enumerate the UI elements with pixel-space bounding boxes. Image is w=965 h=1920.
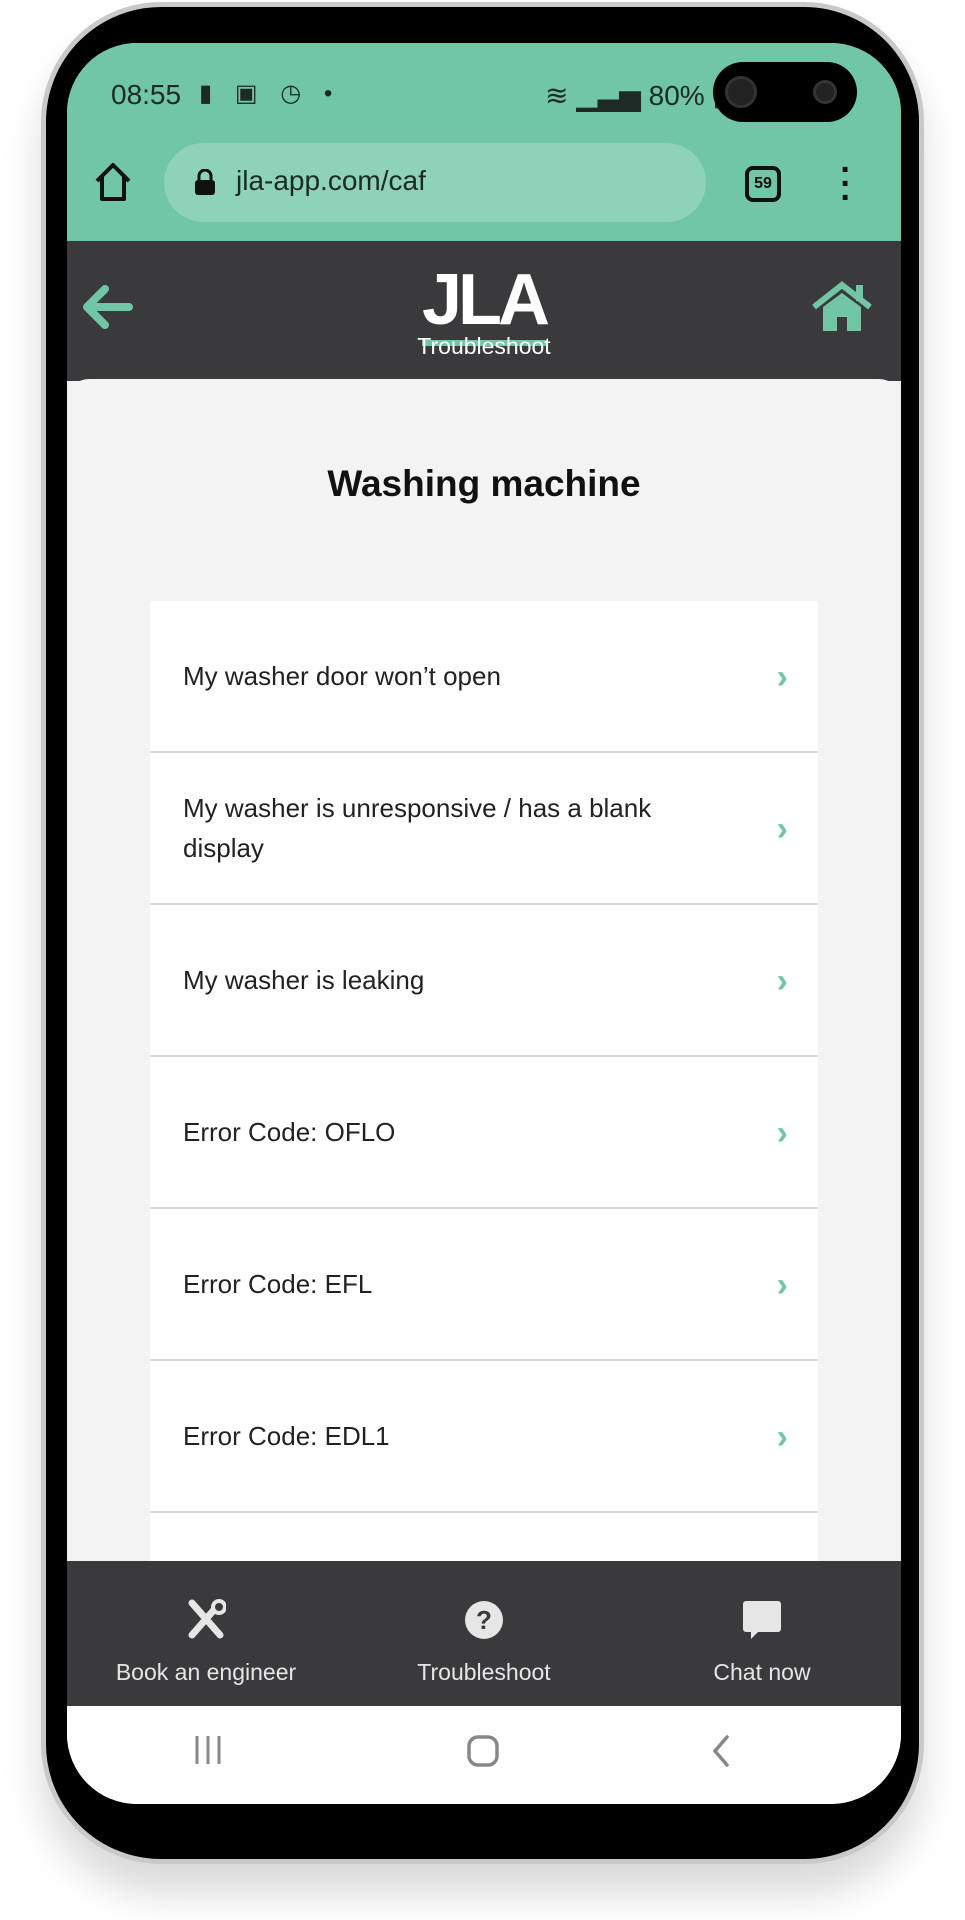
wifi-icon: ≋ ▁▃▅ xyxy=(545,80,649,111)
list-item[interactable]: My washer is leaking › xyxy=(150,905,818,1057)
screen: 08:55 ▮ ▣ ◷ • ≋ ▁▃▅ 80% ▮ jla-app.com/ca… xyxy=(67,43,901,1804)
status-right: ≋ ▁▃▅ 80% ▮ xyxy=(545,79,728,112)
list-item[interactable]: Error Code: OFLO › xyxy=(150,1057,818,1209)
question-circle-icon: ? xyxy=(465,1601,503,1639)
camera-cutout xyxy=(713,62,857,122)
content-panel: Washing machine My washer door won’t ope… xyxy=(67,379,901,1665)
page-title: Washing machine xyxy=(327,463,641,504)
list-item[interactable]: My washer door won’t open › xyxy=(150,601,818,753)
recent-apps-icon[interactable] xyxy=(193,1734,223,1766)
nav-book-engineer[interactable]: Book an engineer xyxy=(67,1561,345,1706)
notification-icons: ▮ ▣ ◷ • xyxy=(199,80,341,107)
battery-level: 80% xyxy=(648,80,705,111)
lock-icon xyxy=(195,169,215,195)
url-bar[interactable]: jla-app.com/caf xyxy=(164,143,706,222)
chevron-right-icon: › xyxy=(776,658,788,696)
chevron-right-icon: › xyxy=(776,810,788,848)
nav-troubleshoot[interactable]: ? Troubleshoot xyxy=(345,1561,623,1706)
tools-icon xyxy=(188,1599,226,1639)
app-header: JLA Troubleshoot xyxy=(67,241,901,381)
tab-count-button[interactable]: 59 xyxy=(745,166,781,202)
chevron-right-icon: › xyxy=(776,962,788,1000)
list-item[interactable]: Error Code: EDL1 › xyxy=(150,1361,818,1513)
system-nav-bar xyxy=(67,1706,901,1804)
system-home-icon[interactable] xyxy=(466,1734,500,1768)
list-item[interactable]: My washer is unresponsive / has a blank … xyxy=(150,753,818,905)
status-bar: 08:55 ▮ ▣ ◷ • ≋ ▁▃▅ 80% ▮ jla-app.com/ca… xyxy=(67,43,901,241)
home-icon[interactable] xyxy=(811,281,873,333)
jla-logo: JLA xyxy=(67,259,901,346)
status-time: 08:55 xyxy=(111,79,182,110)
nav-chat-now[interactable]: Chat now xyxy=(623,1561,901,1706)
chevron-right-icon: › xyxy=(776,1418,788,1456)
troubleshoot-list: My washer door won’t open › My washer is … xyxy=(150,601,818,1665)
list-item[interactable]: Error Code: EFL › xyxy=(150,1209,818,1361)
browser-menu-icon[interactable]: · · · xyxy=(840,153,852,215)
browser-home-icon[interactable] xyxy=(93,161,133,203)
svg-text:?: ? xyxy=(476,1605,492,1635)
chat-bubble-icon xyxy=(743,1601,781,1639)
url-text: jla-app.com/caf xyxy=(236,165,426,196)
chevron-right-icon: › xyxy=(776,1266,788,1304)
system-back-icon[interactable] xyxy=(711,1734,731,1768)
chevron-right-icon: › xyxy=(776,1114,788,1152)
bottom-nav: Book an engineer ? Troubleshoot Chat now xyxy=(67,1561,901,1706)
header-subtitle: Troubleshoot xyxy=(417,333,551,359)
